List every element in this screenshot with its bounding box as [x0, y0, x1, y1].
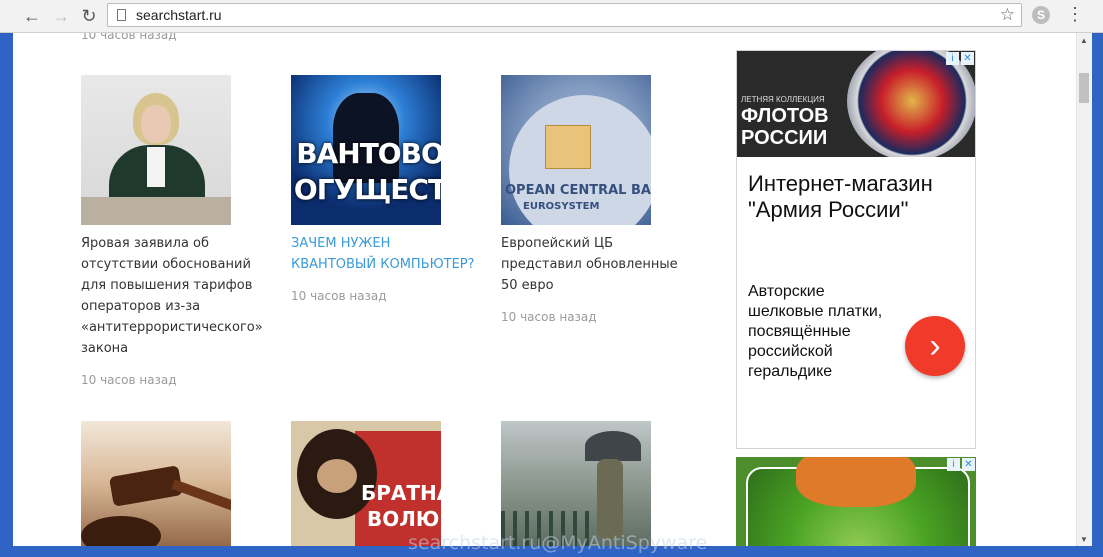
- ad-go-button[interactable]: ›: [905, 316, 965, 376]
- ad-banner-title: ФЛОТОВ РОССИИ: [741, 105, 829, 149]
- scrollbar-thumb[interactable]: [1079, 73, 1089, 103]
- news-thumbnail[interactable]: OPEAN CENTRAL BA EUROSYSTEM: [501, 75, 651, 225]
- ad-banner-image[interactable]: ЛЕТНЯЯ КОЛЛЕКЦИЯ ФЛОТОВ РОССИИ: [737, 51, 975, 157]
- advertisement[interactable]: i ✕: [736, 457, 976, 546]
- thumbnail-text: БРАТНА: [361, 481, 441, 505]
- ad-choices[interactable]: i ✕: [947, 458, 975, 471]
- thumbnail-text: EUROSYSTEM: [523, 201, 600, 212]
- thumbnail-text: ВАНТОВО: [296, 137, 441, 170]
- advertisement[interactable]: ЛЕТНЯЯ КОЛЛЕКЦИЯ ФЛОТОВ РОССИИ i ✕ Интер…: [736, 50, 976, 449]
- thumbnail-text: OPEAN CENTRAL BA: [505, 183, 651, 198]
- news-title-link[interactable]: ЗАЧЕМ НУЖЕН КВАНТОВЫЙ КОМПЬЮТЕР?: [291, 233, 476, 275]
- ad-banner-tag: ЛЕТНЯЯ КОЛЛЕКЦИЯ: [741, 95, 825, 104]
- address-bar[interactable]: ☆: [107, 3, 1022, 27]
- news-time: 10 часов назад: [291, 289, 387, 303]
- back-arrow-icon: ←: [23, 5, 41, 26]
- menu-icon[interactable]: ⋮: [1066, 4, 1084, 25]
- ad-info-icon[interactable]: i: [947, 458, 960, 471]
- thumbnail-text: ОГУЩЕСТ: [293, 173, 441, 206]
- url-input[interactable]: [136, 7, 976, 23]
- reload-button[interactable]: ↻: [77, 4, 101, 28]
- page-scrollbar[interactable]: ▲ ▼: [1076, 33, 1092, 546]
- browser-toolbar: ← → ↻ ☆ S ⋮: [0, 0, 1103, 33]
- page-viewport: 10 часов назад Яровая заявила об отсутст…: [13, 33, 1091, 546]
- bookmark-star-icon[interactable]: ☆: [1000, 5, 1015, 25]
- news-card[interactable]: БРАТНА ВОЛЮЦ: [291, 421, 481, 546]
- news-thumbnail[interactable]: [501, 421, 651, 546]
- thumbnail-text: ВОЛЮЦ: [367, 507, 441, 531]
- news-card[interactable]: Яровая заявила об отсутствии обоснований…: [81, 75, 271, 387]
- ad-info-icon[interactable]: i: [946, 52, 959, 65]
- ad-choices[interactable]: i ✕: [946, 52, 974, 65]
- reload-icon: ↻: [81, 5, 97, 26]
- news-title[interactable]: Европейский ЦБ представил обновленные 50…: [501, 233, 686, 296]
- watermark: searchstart.ru@MyAntiSpyware: [408, 532, 708, 554]
- news-thumbnail[interactable]: [81, 75, 231, 225]
- news-card[interactable]: [81, 421, 271, 546]
- news-thumbnail[interactable]: ВАНТОВО ОГУЩЕСТ: [291, 75, 441, 225]
- news-time: 10 часов назад: [81, 373, 177, 387]
- news-card[interactable]: ВАНТОВО ОГУЩЕСТ ЗАЧЕМ НУЖЕН КВАНТОВЫЙ КО…: [291, 75, 481, 303]
- scroll-down-icon[interactable]: ▼: [1080, 535, 1088, 544]
- ad-close-icon[interactable]: ✕: [962, 458, 975, 471]
- previous-item-time: 10 часов назад: [81, 33, 177, 42]
- news-title[interactable]: Яровая заявила об отсутствии обоснований…: [81, 233, 266, 359]
- ad-headline[interactable]: Интернет-магазин "Армия России": [748, 171, 963, 223]
- news-card[interactable]: [501, 421, 691, 546]
- forward-arrow-icon: →: [52, 5, 70, 26]
- ad-close-icon[interactable]: ✕: [961, 52, 974, 65]
- scroll-up-icon[interactable]: ▲: [1080, 36, 1088, 45]
- chevron-right-icon: ›: [929, 326, 941, 365]
- forward-button[interactable]: →: [49, 4, 73, 28]
- news-thumbnail[interactable]: [81, 421, 231, 546]
- news-time: 10 часов назад: [501, 310, 597, 324]
- news-card[interactable]: OPEAN CENTRAL BA EUROSYSTEM Европейский …: [501, 75, 691, 324]
- ad-body: Авторские шелковые платки, посвящённые р…: [748, 283, 883, 380]
- extension-icon[interactable]: S: [1032, 6, 1050, 24]
- back-button[interactable]: ←: [20, 4, 44, 28]
- news-thumbnail[interactable]: БРАТНА ВОЛЮЦ: [291, 421, 441, 546]
- page-icon: [117, 9, 126, 21]
